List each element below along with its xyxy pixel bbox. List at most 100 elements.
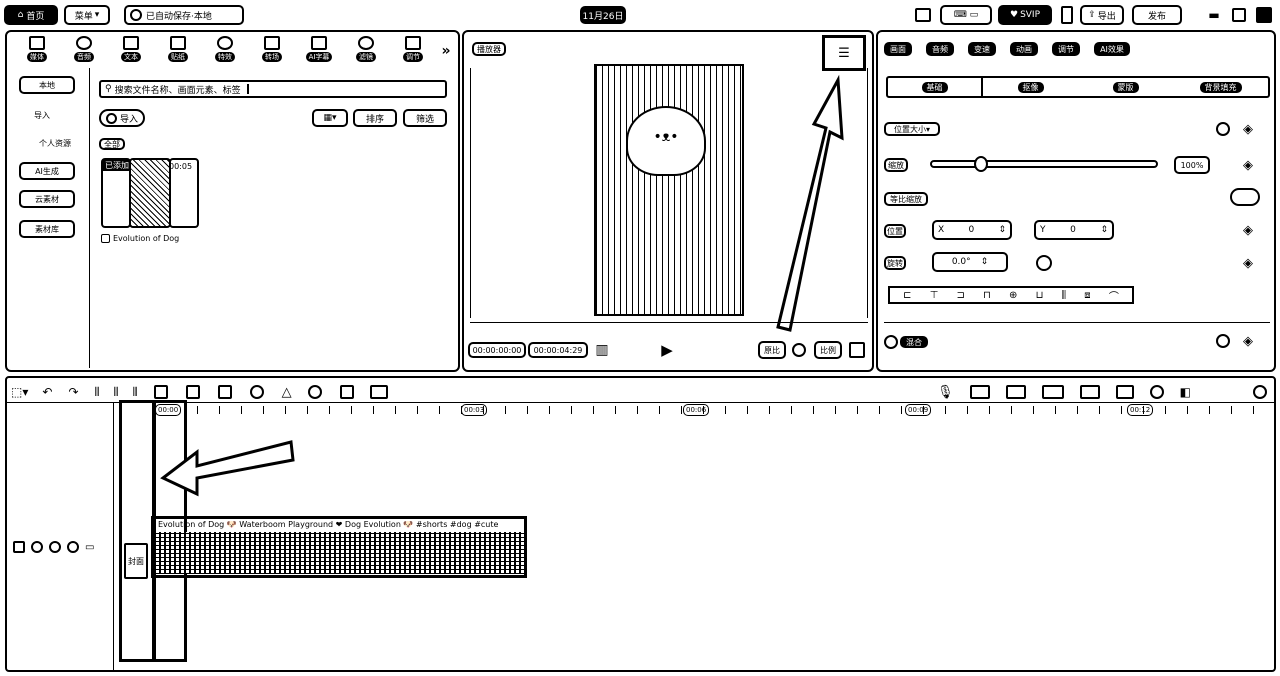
link-icon[interactable]	[1005, 385, 1026, 399]
inspector-subtab-0[interactable]: 基础	[888, 78, 983, 96]
tab-transition[interactable]: 转场	[254, 36, 290, 66]
project-title[interactable]: 11月26日	[580, 6, 626, 24]
position-size-section[interactable]: 位置大小 ▾	[884, 122, 940, 136]
layout-icon[interactable]	[912, 6, 934, 24]
stepper-icon[interactable]: ⇕	[1100, 225, 1108, 235]
align-left-icon[interactable]: ⊏	[903, 290, 911, 301]
inspector-tab-0[interactable]: 画面	[884, 42, 912, 56]
timeline-settings-icon[interactable]	[1253, 385, 1267, 399]
zoom-out-icon[interactable]	[1115, 385, 1134, 399]
distribute-v-icon[interactable]: ⧈	[1084, 290, 1090, 301]
redo-icon[interactable]: ↷	[68, 385, 78, 399]
sort-button[interactable]: 排序	[353, 109, 397, 127]
blend-reset-icon[interactable]	[1214, 332, 1232, 350]
cover-label[interactable]: 封面	[124, 543, 148, 579]
minimize-icon[interactable]: ▬	[1204, 6, 1224, 24]
scale-keyframe-icon[interactable]: ◈	[1238, 156, 1258, 174]
reverse-icon[interactable]	[249, 385, 264, 399]
tab-effects[interactable]: 特效	[207, 36, 243, 66]
shortcut-button[interactable]: ⌨ ▭	[940, 5, 992, 25]
delete-icon[interactable]	[153, 385, 168, 399]
rotate-icon[interactable]	[307, 385, 322, 399]
svip-badge[interactable]: ♥ SVIP	[998, 5, 1052, 25]
track-mute-icon[interactable]	[67, 541, 79, 553]
inspector-subtab-1[interactable]: 抠像	[983, 78, 1078, 96]
filter-button[interactable]: 筛选	[403, 109, 447, 127]
inspector-tab-4[interactable]: 调节	[1052, 42, 1080, 56]
tab-media[interactable]: 媒体	[19, 36, 55, 66]
crop-icon[interactable]	[217, 385, 232, 399]
all-tag[interactable]: 全部	[99, 138, 125, 150]
close-icon[interactable]	[1254, 6, 1274, 24]
keyframe-icon[interactable]: ◈	[1238, 120, 1258, 138]
split-left-icon[interactable]: ⫴	[114, 385, 119, 400]
track-more-icon[interactable]: ▭	[85, 542, 94, 553]
blend-keyframe-icon[interactable]: ◈	[1238, 332, 1258, 350]
distribute-h-icon[interactable]: ⫼	[1062, 290, 1067, 301]
scale-slider-thumb[interactable]	[974, 156, 988, 172]
menu-button[interactable]: 菜单 ▾	[64, 5, 110, 25]
align-hcenter-icon[interactable]: ⊤	[930, 290, 939, 301]
import-button[interactable]: 导入	[99, 109, 145, 127]
rotate-input[interactable]: 0.0° ⇕	[932, 252, 1008, 272]
reset-icon[interactable]	[1214, 120, 1232, 138]
inspector-tab-2[interactable]: 变速	[968, 42, 996, 56]
inspector-tab-1[interactable]: 音频	[926, 42, 954, 56]
tab-sticker[interactable]: 贴纸	[160, 36, 196, 66]
blend-toggle-icon[interactable]	[884, 335, 898, 349]
publish-button[interactable]: 发布	[1132, 5, 1182, 25]
tab-adjust[interactable]: 调节	[395, 36, 431, 66]
track-visible-icon[interactable]	[49, 541, 61, 553]
inspector-subtab-3[interactable]: 背景填充	[1173, 78, 1268, 96]
tab-audio[interactable]: 音频	[66, 36, 102, 66]
preview-axis-icon[interactable]	[1079, 385, 1100, 399]
inspector-tab-5[interactable]: AI效果	[1094, 42, 1130, 56]
checkbox-icon[interactable]	[101, 233, 110, 243]
tab-text[interactable]: 文本	[113, 36, 149, 66]
stepper-icon[interactable]: ⇕	[998, 225, 1006, 235]
video-clip[interactable]: Evolution of Dog 🐶 Waterboom Playground …	[151, 516, 527, 578]
sidebar-item-3[interactable]: AI生成	[19, 162, 75, 180]
home-button[interactable]: ⌂ 首页	[4, 5, 58, 25]
sidebar-item-5[interactable]: 素材库	[19, 220, 75, 238]
zoom-slider-icon[interactable]	[1149, 385, 1164, 399]
zoom-in-icon[interactable]: ◧	[1180, 385, 1191, 399]
track-audio-icon[interactable]	[31, 541, 43, 553]
stepper-icon[interactable]: ⇕	[981, 257, 989, 267]
sidebar-item-1[interactable]: 导入	[27, 106, 57, 124]
track-lock-icon[interactable]	[13, 541, 25, 553]
split-icon[interactable]: ⫴	[95, 385, 100, 400]
uniform-scale-toggle[interactable]	[1230, 188, 1260, 206]
export-button[interactable]: ⇪ 导出	[1080, 5, 1124, 25]
user-avatar-icon[interactable]	[1058, 5, 1076, 25]
snapshot-icon[interactable]	[790, 341, 808, 359]
select-tool-icon[interactable]: ⬚▾	[11, 385, 28, 399]
fullscreen-icon[interactable]	[848, 341, 866, 359]
freeze-icon[interactable]	[185, 385, 200, 399]
mask-icon[interactable]	[339, 385, 354, 399]
tab-ai-subtitle[interactable]: AI字幕	[301, 36, 337, 66]
rotate-dial-icon[interactable]	[1034, 254, 1054, 272]
view-toggle[interactable]: ▦▾	[312, 109, 348, 127]
align-top-icon[interactable]: ⊓	[983, 290, 991, 301]
scale-value[interactable]: 100%	[1174, 156, 1210, 174]
sidebar-item-0[interactable]: 本地	[19, 76, 75, 94]
align-right-icon[interactable]: ⊐	[957, 290, 965, 301]
play-button[interactable]: ▶	[658, 340, 676, 360]
media-clip-card[interactable]: 已添加 00:05	[101, 158, 199, 228]
sidebar-item-4[interactable]: 云素材	[19, 190, 75, 208]
inspector-tab-3[interactable]: 动画	[1010, 42, 1038, 56]
rotate-keyframe-icon[interactable]: ◈	[1238, 254, 1258, 272]
ratio-button[interactable]: 比例	[814, 341, 842, 359]
maximize-icon[interactable]	[1230, 6, 1248, 24]
position-keyframe-icon[interactable]: ◈	[1238, 220, 1258, 240]
align-vcenter-icon[interactable]: ⊕	[1009, 290, 1017, 301]
position-x-input[interactable]: X 0 ⇕	[932, 220, 1012, 240]
sidebar-item-2[interactable]: 个人资源	[27, 134, 83, 152]
mirror-icon[interactable]: △	[282, 385, 292, 400]
flip-icon[interactable]: ⌒	[1109, 288, 1119, 303]
search-input[interactable]: ⚲ 搜索文件名称、画面元素、标签	[99, 80, 447, 98]
ai-tool-icon[interactable]	[369, 385, 388, 399]
split-right-icon[interactable]: ⫴	[133, 385, 138, 400]
waveform-icon[interactable]: ▥	[590, 340, 614, 360]
